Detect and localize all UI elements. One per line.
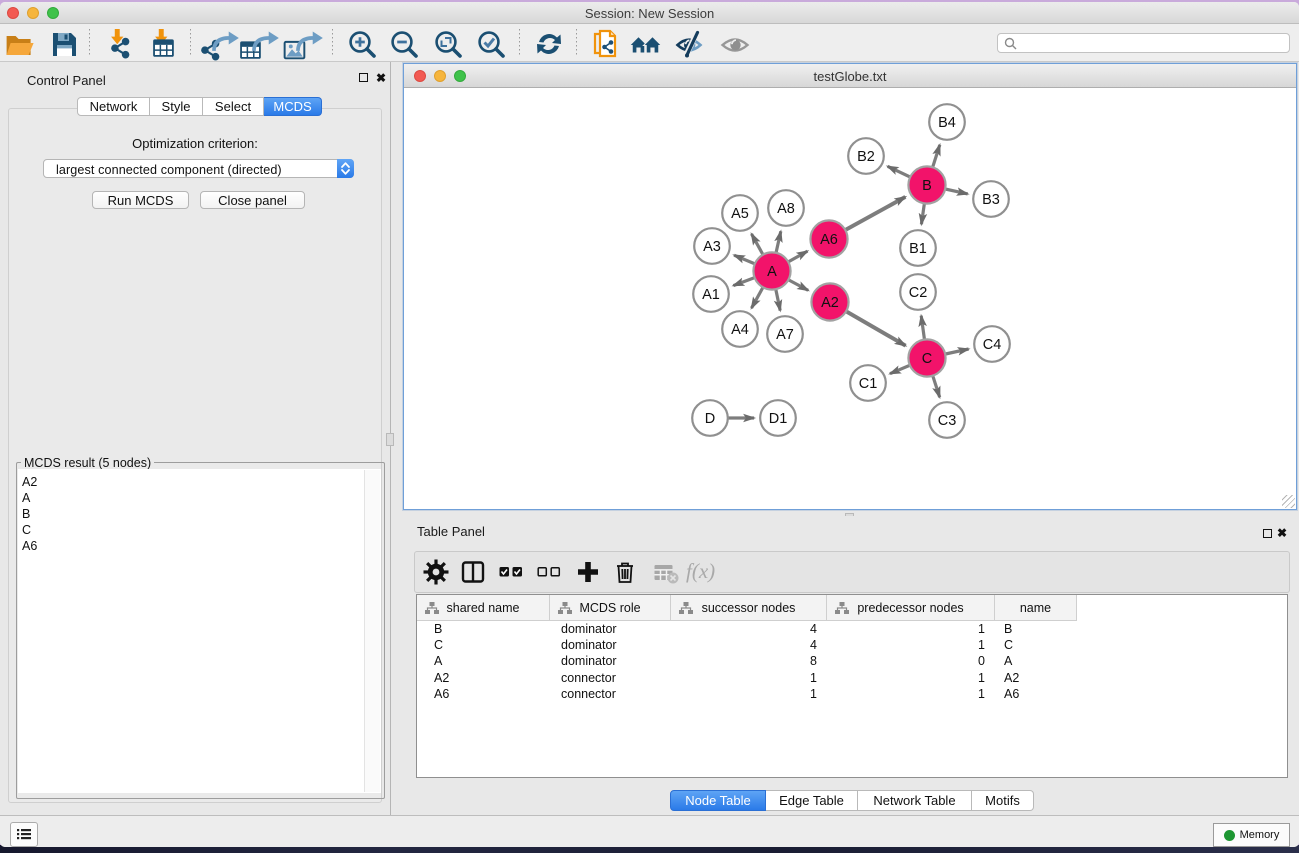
svg-text:B4: B4 xyxy=(938,115,956,131)
svg-text:A3: A3 xyxy=(703,239,721,255)
svg-text:C3: C3 xyxy=(938,413,957,429)
svg-text:B1: B1 xyxy=(909,241,927,257)
svg-text:A2: A2 xyxy=(821,295,839,311)
svg-text:C4: C4 xyxy=(983,337,1002,353)
svg-text:A4: A4 xyxy=(731,322,749,338)
svg-text:A7: A7 xyxy=(776,327,794,343)
svg-text:B2: B2 xyxy=(857,149,875,165)
svg-text:C: C xyxy=(922,351,932,367)
svg-text:B3: B3 xyxy=(982,192,1000,208)
svg-text:C1: C1 xyxy=(859,376,878,392)
svg-text:D1: D1 xyxy=(769,411,788,427)
svg-text:A8: A8 xyxy=(777,201,795,217)
svg-text:A1: A1 xyxy=(702,287,720,303)
svg-text:f(x): f(x) xyxy=(686,559,715,583)
svg-text:C2: C2 xyxy=(909,285,928,301)
svg-text:A6: A6 xyxy=(820,232,838,248)
svg-text:A5: A5 xyxy=(731,206,749,222)
svg-text:A: A xyxy=(767,264,777,280)
svg-text:D: D xyxy=(705,411,715,427)
svg-text:B: B xyxy=(922,178,932,194)
